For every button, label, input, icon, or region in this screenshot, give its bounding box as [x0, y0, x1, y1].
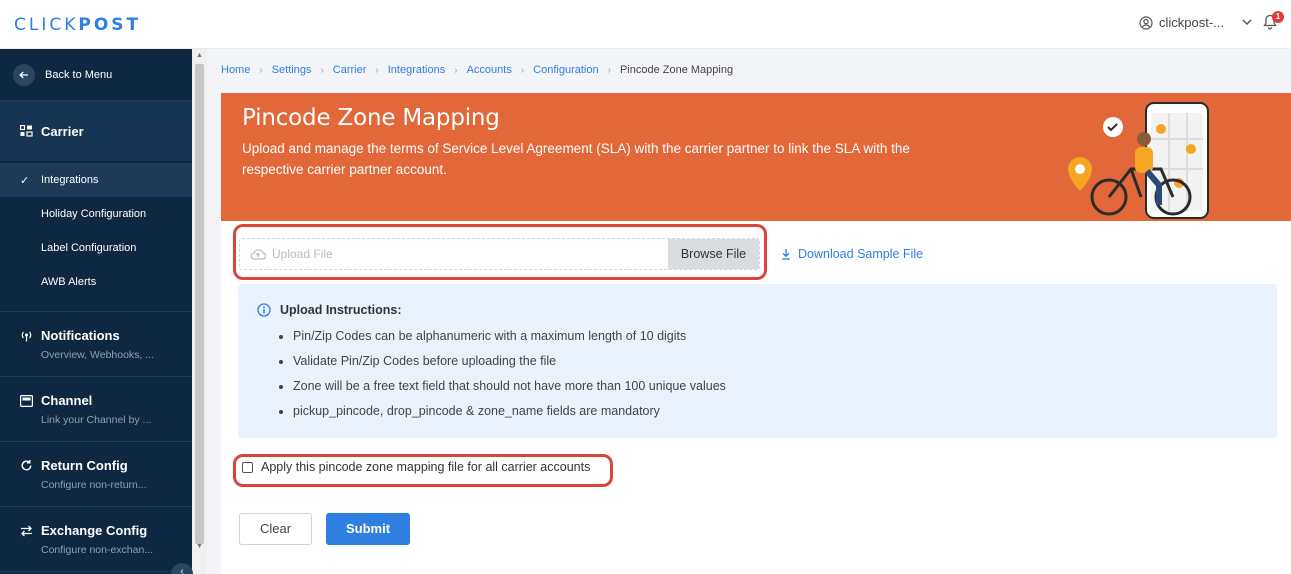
cloud-upload-icon — [250, 248, 266, 260]
breadcrumb: Home › Settings › Carrier › Integrations › A… — [221, 64, 733, 76]
delivery-illustration — [1068, 102, 1209, 219]
sidebar-section-exchange-config[interactable]: Exchange Config Configure non-exchan... — [0, 507, 192, 572]
breadcrumb-accounts[interactable]: Accounts — [467, 64, 512, 76]
user-circle-icon — [1139, 15, 1153, 30]
page-banner: Pincode Zone Mapping Upload and manage t… — [221, 93, 1291, 221]
download-sample-file-link[interactable]: Download Sample File — [781, 247, 923, 261]
notification-badge: 1 — [1272, 11, 1284, 23]
arrow-left-icon — [13, 63, 35, 86]
upload-instructions: Upload Instructions: Pin/Zip Codes can b… — [238, 284, 1277, 438]
upload-placeholder: Upload File — [272, 247, 333, 261]
channel-icon — [20, 394, 33, 407]
instructions-title: Upload Instructions: — [280, 303, 402, 317]
pincode-zone-mapping-card: Pincode Zone Mapping Upload and manage t… — [221, 93, 1291, 574]
carrier-label: Carrier — [41, 123, 84, 139]
list-item: Zone will be a free text field that shou… — [279, 374, 726, 399]
chevron-right-icon: › — [259, 64, 263, 76]
check-icon: ✓ — [20, 174, 30, 187]
username: clickpost-... — [1159, 15, 1225, 30]
carrier-icon — [20, 125, 33, 137]
sidebar-section-notifications[interactable]: Notifications Overview, Webhooks, ... — [0, 312, 192, 377]
back-to-menu-label: Back to Menu — [45, 68, 113, 81]
page-title: Pincode Zone Mapping — [242, 105, 500, 131]
browse-file-button[interactable]: Browse File — [668, 239, 759, 269]
back-to-menu-button[interactable]: Back to Menu — [0, 49, 192, 101]
list-item: pickup_pincode, drop_pincode & zone_name… — [279, 399, 726, 424]
sidebar-section-return-config[interactable]: Return Config Configure non-return... — [0, 442, 192, 507]
clear-button[interactable]: Clear — [239, 513, 312, 545]
instructions-list: Pin/Zip Codes can be alphanumeric with a… — [279, 324, 726, 424]
file-upload-field[interactable]: Upload File Browse File — [239, 238, 760, 270]
return-icon — [21, 460, 32, 471]
breadcrumb-carrier[interactable]: Carrier — [333, 64, 367, 76]
list-item: Validate Pin/Zip Codes before uploading … — [279, 349, 726, 374]
sidebar-section-channel[interactable]: Channel Link your Channel by ... — [0, 377, 192, 442]
user-menu[interactable]: clickpost-... — [1139, 15, 1252, 30]
list-item: Pin/Zip Codes can be alphanumeric with a… — [279, 324, 726, 349]
chevron-right-icon: › — [454, 64, 458, 76]
top-bar: CLICKPOST clickpost-... 1 — [0, 0, 1291, 49]
download-icon — [782, 249, 790, 260]
breadcrumb-home[interactable]: Home — [221, 64, 250, 76]
chevron-right-icon: › — [375, 64, 379, 76]
sidebar-item-integrations[interactable]: ✓ Integrations — [0, 163, 192, 197]
chevron-left-icon: ‹ — [180, 566, 184, 574]
info-icon — [257, 303, 271, 317]
submit-button[interactable]: Submit — [326, 513, 410, 545]
chevron-down-icon — [1242, 19, 1252, 26]
breadcrumb-integrations[interactable]: Integrations — [388, 64, 445, 76]
apply-all-label: Apply this pincode zone mapping file for… — [261, 460, 591, 474]
chevron-right-icon: › — [520, 64, 525, 76]
breadcrumb-settings[interactable]: Settings — [272, 64, 312, 76]
apply-all-checkbox-row[interactable]: Apply this pincode zone mapping file for… — [242, 460, 590, 474]
main-content: Home › Settings › Carrier › Integrations › A… — [207, 49, 1291, 574]
scroll-down-arrow-icon[interactable]: ▼ — [195, 543, 204, 550]
scroll-up-arrow-icon[interactable]: ▲ — [195, 52, 204, 59]
sidebar-item-holiday-configuration[interactable]: Holiday Configuration — [0, 197, 192, 231]
sidebar-scrollbar-thumb[interactable] — [195, 64, 204, 544]
clickpost-logo[interactable]: CLICKPOST — [14, 15, 141, 35]
sidebar-section-carrier[interactable]: Carrier — [0, 101, 192, 161]
exchange-icon — [21, 525, 32, 536]
chevron-right-icon: › — [607, 64, 611, 76]
apply-all-checkbox[interactable] — [242, 461, 253, 473]
chevron-right-icon: › — [320, 64, 324, 76]
breadcrumb-current: Pincode Zone Mapping — [619, 64, 734, 76]
sidebar-item-label-configuration[interactable]: Label Configuration — [0, 231, 192, 265]
sidebar-item-awb-alerts[interactable]: AWB Alerts — [0, 265, 192, 299]
sidebar: Back to Menu Carrier ✓ Integrations Holi… — [0, 49, 192, 574]
broadcast-icon — [21, 331, 32, 342]
page-description: Upload and manage the terms of Service L… — [242, 141, 910, 177]
breadcrumb-configuration[interactable]: Configuration — [533, 64, 598, 76]
